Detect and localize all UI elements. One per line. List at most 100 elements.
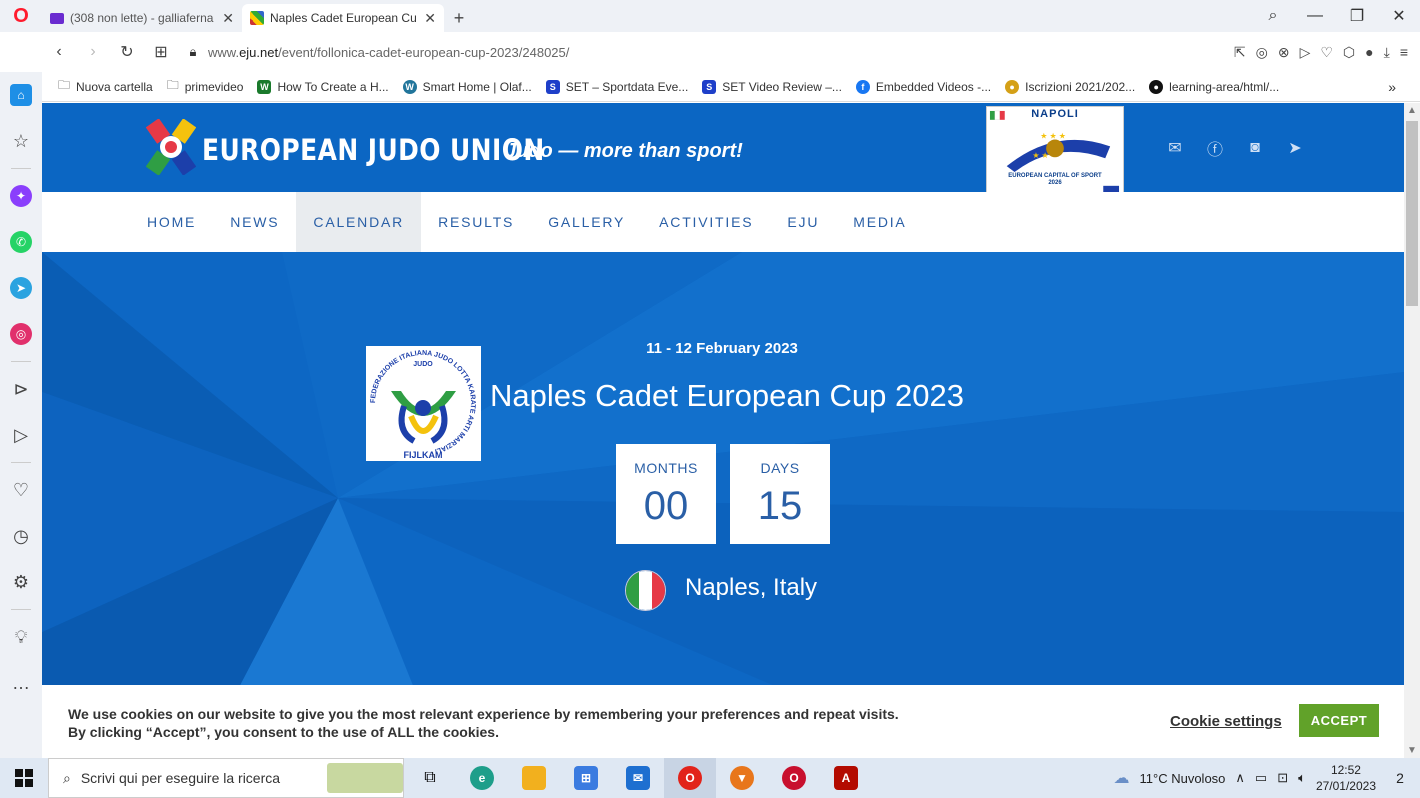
italy-flag-icon — [625, 570, 666, 611]
countdown-days-value: 15 — [757, 484, 803, 528]
nav-activities[interactable]: ACTIVITIES — [642, 192, 770, 252]
send-icon[interactable]: ▷ — [1300, 44, 1311, 61]
bookmark-item[interactable]: S SET – Sportdata Eve... — [545, 79, 688, 94]
profile-icon[interactable]: ● — [1365, 44, 1373, 61]
notification-center-button[interactable]: 2 — [1386, 764, 1414, 792]
close-window-icon[interactable]: ✕ — [1378, 6, 1420, 26]
taskbar-store[interactable]: ⊞ — [560, 758, 612, 798]
accept-cookies-button[interactable]: ACCEPT — [1299, 704, 1379, 737]
bookmark-item[interactable]: S SET Video Review –... — [702, 79, 842, 94]
nav-eju[interactable]: EJU — [770, 192, 836, 252]
page-scrollbar[interactable]: ▲ ▼ — [1404, 103, 1420, 758]
tab-title: Naples Cadet European Cu — [270, 11, 417, 25]
bookmark-item[interactable]: ● learning-area/html/... — [1149, 79, 1279, 94]
bookmark-item[interactable]: ● Iscrizioni 2021/202... — [1005, 79, 1135, 94]
sidebar-player[interactable]: ⊳ — [0, 366, 42, 412]
sidebar-flow[interactable]: ▷ — [0, 412, 42, 458]
taskbar-search[interactable]: ⌕ Scrivi qui per eseguire la ricerca — [48, 758, 404, 798]
network-icon[interactable]: ⊡ — [1277, 770, 1288, 786]
taskbar-acrobat[interactable]: A — [820, 758, 872, 798]
back-icon[interactable]: ‹ — [42, 43, 76, 61]
chevron-up-icon[interactable]: ∧ — [1235, 770, 1245, 786]
bookmarks-more-button[interactable]: » — [1388, 79, 1420, 95]
close-tab-icon[interactable]: ✕ — [424, 10, 436, 27]
nav-gallery[interactable]: GALLERY — [531, 192, 642, 252]
speed-dial-icon[interactable]: ⊞ — [144, 42, 178, 62]
sidebar-settings[interactable]: ⚙ — [0, 559, 42, 605]
sidebar-history[interactable]: ◷ — [0, 513, 42, 559]
volume-icon[interactable]: 🔈︎ — [1298, 770, 1306, 786]
task-view-button[interactable]: ⧉ — [404, 758, 456, 798]
search-tabs-icon[interactable]: ⌕ — [1252, 7, 1294, 25]
url-field[interactable]: www.eju.net/event/follonica-cadet-europe… — [208, 45, 1234, 60]
taskbar-mail[interactable]: ✉ — [612, 758, 664, 798]
adblock-icon[interactable]: ⊗ — [1278, 44, 1290, 61]
sidebar-pinboard[interactable]: ♡ — [0, 467, 42, 513]
nav-news[interactable]: NEWS — [213, 192, 296, 252]
telegram-icon[interactable]: ➤ — [1284, 137, 1306, 159]
whatsapp-icon: ✆ — [10, 231, 32, 253]
nav-calendar[interactable]: CALENDAR — [296, 192, 422, 252]
close-tab-icon[interactable]: ✕ — [222, 10, 234, 27]
new-tab-button[interactable]: + — [444, 4, 474, 32]
nav-media[interactable]: MEDIA — [836, 192, 923, 252]
taskbar-opera[interactable]: O — [664, 758, 716, 798]
scroll-down-icon[interactable]: ▼ — [1404, 745, 1420, 756]
opera-menu-icon[interactable]: O — [0, 0, 42, 32]
tab-eju[interactable]: Naples Cadet European Cu ✕ — [242, 4, 444, 32]
napoli-capital-of-sport-banner[interactable]: NAPOLI ★ ★ ★ ★ ★ EUROPEAN CAPITAL OF SPO… — [986, 106, 1124, 200]
site-brand[interactable]: EUROPEAN JUDO UNION — [202, 133, 545, 167]
sidebar-bookmarks[interactable]: ☆ — [0, 118, 42, 164]
fijlkam-logo[interactable]: FEDERAZIONE ITALIANA JUDO LOTTA KARATE A… — [366, 346, 481, 461]
bookmark-item[interactable]: W Smart Home | Olaf... — [402, 79, 532, 94]
battery-icon[interactable]: ▭ — [1255, 770, 1267, 786]
taskbar-opera-gx[interactable]: O — [768, 758, 820, 798]
sidebar-messenger[interactable]: ✦ — [0, 173, 42, 219]
site-header: EUROPEAN JUDO UNION Judo — more than spo… — [42, 103, 1404, 200]
minimize-icon[interactable]: — — [1294, 7, 1336, 25]
bookmark-item[interactable]: f Embedded Videos -... — [855, 79, 991, 94]
taskbar-brave[interactable]: ▼ — [716, 758, 768, 798]
snapshot-icon[interactable]: ◎ — [1256, 44, 1268, 61]
lock-icon[interactable]: 🔒︎ — [178, 44, 208, 60]
forward-icon[interactable]: › — [76, 43, 110, 61]
sidebar-divider — [11, 462, 31, 463]
cube-icon[interactable]: ⬡ — [1343, 44, 1355, 61]
heart-icon[interactable]: ♡ — [1320, 44, 1333, 61]
instagram-icon[interactable]: ◙ — [1244, 137, 1266, 159]
sidebar-whatsapp[interactable]: ✆ — [0, 219, 42, 265]
scroll-up-icon[interactable]: ▲ — [1404, 105, 1420, 116]
restore-icon[interactable]: ❐ — [1336, 6, 1378, 26]
nav-home[interactable]: HOME — [130, 192, 213, 252]
bookmark-item[interactable]: 🗀 Nuova cartella — [58, 76, 153, 97]
sidebar-tips[interactable]: 💡︎ — [0, 614, 42, 660]
weather-text[interactable]: 11°C Nuvoloso — [1140, 771, 1226, 786]
bookmark-item[interactable]: 🗀 primevideo — [167, 76, 244, 97]
nav-results[interactable]: RESULTS — [421, 192, 531, 252]
sidebar-more[interactable]: … — [0, 660, 42, 706]
download-icon[interactable]: ⤓ — [1384, 44, 1390, 61]
taskbar-explorer[interactable] — [508, 758, 560, 798]
easy-setup-icon[interactable]: ≡ — [1400, 44, 1408, 61]
scrollbar-thumb[interactable] — [1406, 121, 1418, 306]
eju-logo-icon[interactable] — [146, 119, 196, 175]
fijlkam-emblem-icon: FEDERAZIONE ITALIANA JUDO LOTTA KARATE A… — [370, 350, 476, 460]
sidebar-instagram[interactable]: ◎ — [0, 311, 42, 357]
fijlkam-judo-text: JUDO — [413, 361, 433, 368]
clock-date: 27/01/2023 — [1315, 779, 1376, 793]
clock[interactable]: 12:52 27/01/2023 — [1316, 762, 1376, 794]
facebook-icon[interactable]: ⓕ — [1204, 137, 1226, 159]
tab-mail[interactable]: (308 non lette) - galliaferna ✕ — [42, 4, 242, 32]
bookmark-item[interactable]: W How To Create a H... — [257, 79, 389, 94]
email-icon[interactable]: ✉ — [1164, 137, 1186, 159]
sidebar-telegram[interactable]: ➤ — [0, 265, 42, 311]
cookie-settings-link[interactable]: Cookie settings — [1170, 713, 1282, 730]
start-button[interactable] — [0, 758, 48, 798]
share-icon[interactable]: ⇱ — [1234, 44, 1246, 61]
clock-icon: ◷ — [13, 525, 29, 546]
sidebar-home[interactable]: ⌂ — [0, 72, 42, 118]
url-domain: eju.net — [239, 44, 279, 60]
notification-count: 2 — [1396, 770, 1404, 786]
taskbar-edge[interactable]: e — [456, 758, 508, 798]
reload-icon[interactable]: ↻ — [110, 42, 144, 62]
